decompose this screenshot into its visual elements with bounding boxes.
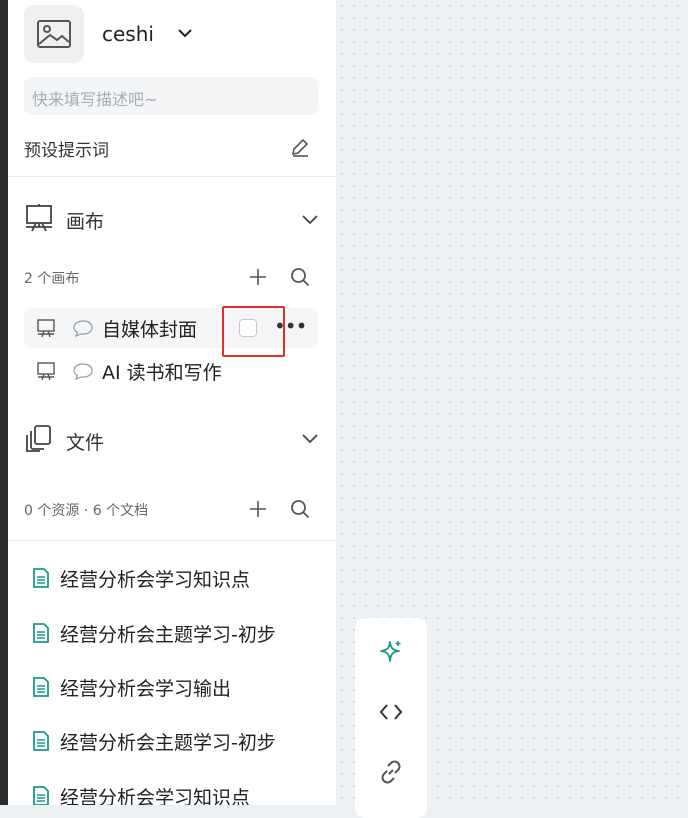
easel-icon bbox=[37, 319, 55, 338]
project-thumbnail[interactable] bbox=[24, 5, 84, 63]
document-label: 经营分析会学习知识点 bbox=[60, 569, 251, 591]
document-icon bbox=[33, 731, 49, 751]
search-icon[interactable] bbox=[290, 267, 310, 287]
canvas-toolbar bbox=[355, 618, 427, 818]
sidebar: ceshi 快来填写描述吧~ 预设提示词 画布 2 个画布 自媒体封面 ••• … bbox=[8, 0, 336, 805]
document-icon bbox=[33, 677, 49, 697]
search-icon[interactable] bbox=[290, 499, 310, 519]
chevron-down-icon[interactable] bbox=[176, 24, 194, 42]
document-label: 经营分析会学习输出 bbox=[60, 678, 232, 700]
chevron-down-icon[interactable] bbox=[300, 428, 320, 448]
files-icon bbox=[26, 425, 51, 452]
document-label: 经营分析会主题学习-初步 bbox=[60, 732, 276, 754]
document-icon bbox=[33, 568, 49, 588]
preset-prompt-label[interactable]: 预设提示词 bbox=[24, 136, 109, 161]
easel-icon bbox=[26, 204, 52, 232]
description-input[interactable]: 快来填写描述吧~ bbox=[24, 77, 318, 115]
easel-icon bbox=[37, 362, 55, 381]
document-label: 经营分析会学习知识点 bbox=[60, 787, 251, 805]
add-icon[interactable] bbox=[248, 267, 268, 287]
sparkle-icon[interactable] bbox=[378, 639, 404, 665]
canvas-count: 2 个画布 bbox=[24, 271, 80, 287]
chevron-down-icon[interactable] bbox=[300, 209, 320, 229]
document-item[interactable]: 经营分析会学习输出 bbox=[24, 673, 324, 703]
chat-bubble-icon[interactable] bbox=[72, 362, 94, 380]
divider bbox=[8, 176, 336, 177]
document-item[interactable]: 经营分析会学习知识点 bbox=[24, 564, 324, 594]
files-section-title[interactable]: 文件 bbox=[66, 428, 104, 455]
pencil-icon[interactable] bbox=[289, 136, 311, 158]
canvas-item-label: 自媒体封面 bbox=[102, 319, 198, 341]
document-icon bbox=[33, 786, 49, 805]
document-item[interactable]: 经营分析会主题学习-初步 bbox=[24, 727, 324, 757]
canvas-item[interactable]: AI 读书和写作 bbox=[24, 351, 318, 391]
add-icon[interactable] bbox=[248, 499, 268, 519]
document-icon bbox=[33, 623, 49, 643]
canvas-section-title[interactable]: 画布 bbox=[66, 207, 104, 234]
highlight-annotation bbox=[222, 306, 285, 357]
image-icon bbox=[37, 20, 71, 48]
chat-bubble-icon[interactable] bbox=[72, 319, 94, 337]
project-name[interactable]: ceshi bbox=[102, 22, 154, 46]
divider bbox=[8, 540, 336, 541]
canvas-item-label: AI 读书和写作 bbox=[102, 362, 222, 384]
description-placeholder: 快来填写描述吧~ bbox=[32, 90, 158, 109]
document-label: 经营分析会主题学习-初步 bbox=[60, 624, 276, 646]
window-left-edge bbox=[0, 0, 8, 805]
code-icon[interactable] bbox=[378, 699, 404, 725]
document-item[interactable]: 经营分析会学习知识点 bbox=[24, 782, 324, 805]
link-icon[interactable] bbox=[378, 759, 404, 785]
files-count: 0 个资源 · 6 个文档 bbox=[24, 503, 149, 519]
document-item[interactable]: 经营分析会主题学习-初步 bbox=[24, 619, 324, 649]
